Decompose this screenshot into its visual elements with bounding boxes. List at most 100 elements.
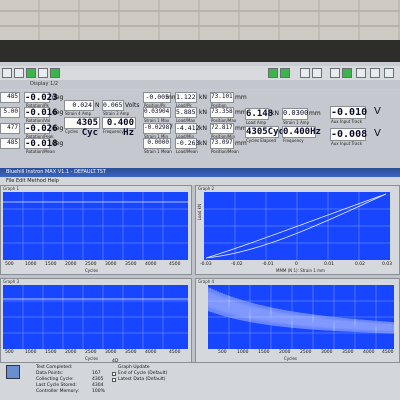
x-tick: 1000 bbox=[25, 350, 37, 355]
readout-name: Cycles bbox=[65, 129, 79, 134]
x-tick: 500 bbox=[5, 350, 14, 355]
rotation-pk-value: -0.023 bbox=[24, 92, 58, 103]
readout-name: Aux Input Track bbox=[331, 119, 363, 124]
toolbar-button[interactable] bbox=[330, 68, 340, 78]
x-tick: 4000 bbox=[145, 350, 157, 355]
x-axis-label: Cycles bbox=[85, 268, 99, 273]
monitor-screen: Display 1/2 485 5.00 477 485 -0.023 deg … bbox=[0, 62, 400, 400]
strain4-amp-value: 0.024 bbox=[64, 100, 94, 111]
collecting-cycle-value: 4305 bbox=[92, 377, 104, 382]
x-tick: 500 bbox=[5, 262, 14, 267]
readout-value: 485 bbox=[0, 138, 20, 149]
unit-label: V bbox=[374, 106, 381, 117]
end-of-cycle-checkbox[interactable] bbox=[112, 372, 116, 376]
test-completed-label: Test Completed: bbox=[36, 365, 73, 370]
unit-label: V bbox=[374, 128, 381, 139]
readout-name: Strain 4 Amp bbox=[65, 111, 92, 116]
unit-label: kN bbox=[199, 125, 207, 132]
x-tick: 0.01 bbox=[324, 262, 335, 267]
toolbar-tool-icon[interactable] bbox=[50, 68, 60, 78]
graph-update-label: Graph Update bbox=[118, 365, 150, 370]
toolbar-button[interactable] bbox=[370, 68, 380, 78]
x-tick: 2500 bbox=[85, 350, 97, 355]
graph-4-decay-trace bbox=[208, 286, 394, 334]
x-tick: 3500 bbox=[342, 350, 354, 355]
window-title: Display 1/2 bbox=[30, 81, 59, 87]
graph-2-panel: Graph 2 Load kN -0.03 -0.02 -0.01 0 0.01… bbox=[195, 185, 400, 275]
unit-label: Volts bbox=[125, 102, 140, 109]
aux-input-2-value: -0.008 bbox=[330, 128, 368, 141]
toolbar-run-icon[interactable] bbox=[26, 68, 36, 78]
menu-bar[interactable]: File Edit Method Help bbox=[0, 177, 400, 185]
graph-1-plot[interactable] bbox=[3, 192, 188, 260]
position-min-value: 72.817 bbox=[210, 123, 234, 134]
x-tick: -0.01 bbox=[262, 262, 274, 267]
toolbar-run-icon[interactable] bbox=[268, 68, 278, 78]
unit-label: mm bbox=[235, 140, 247, 147]
rotation-val-value: -0.016 bbox=[24, 107, 58, 118]
x-axis-label: Cycles bbox=[284, 356, 298, 361]
graph-3-plot[interactable] bbox=[3, 285, 188, 349]
readout-value: 5.00 bbox=[0, 107, 20, 118]
toolbar-button[interactable] bbox=[312, 68, 322, 78]
unit-label: deg bbox=[52, 109, 64, 116]
toolbar-run-icon[interactable] bbox=[280, 68, 290, 78]
latest-data-checkbox[interactable] bbox=[112, 378, 116, 382]
toolbar-button[interactable] bbox=[384, 68, 394, 78]
x-tick: 3500 bbox=[125, 262, 137, 267]
x-tick: 0.02 bbox=[355, 262, 366, 267]
x-tick: 4500 bbox=[169, 262, 181, 267]
readout-value: 485 bbox=[0, 92, 20, 103]
graph-1-panel: Graph 1 500 1000 1500 2000 2500 3000 350… bbox=[0, 185, 192, 275]
x-tick: 0 bbox=[295, 262, 298, 267]
graph-3-grid bbox=[3, 285, 188, 349]
toolbar-tool-icon[interactable] bbox=[342, 68, 352, 78]
toolbar-button[interactable] bbox=[14, 68, 24, 78]
readout-name: Load/Mean bbox=[176, 149, 198, 154]
top-toolbar bbox=[0, 66, 400, 81]
readout-panel: 485 5.00 477 485 -0.023 deg Rotation/Pk … bbox=[0, 90, 400, 168]
app-title-bar: Bluehill Instron MAX V1.1 - DEFAULT.TST bbox=[0, 168, 400, 177]
y-axis-label: Load kN bbox=[197, 204, 202, 221]
controller-memory-value: 100% bbox=[92, 389, 105, 394]
readout-name: Frequency bbox=[283, 138, 304, 143]
x-tick: 2500 bbox=[300, 350, 312, 355]
unit-label: kN bbox=[271, 110, 279, 117]
x-tick: 4000 bbox=[145, 262, 157, 267]
graph-2-plot[interactable] bbox=[204, 192, 390, 260]
readout-name: Strain 1 Mean bbox=[144, 149, 172, 154]
toolbar-button[interactable] bbox=[38, 68, 48, 78]
readout-name: Strain 3 Amp bbox=[103, 111, 130, 116]
graph-title: Graph 3 bbox=[3, 279, 20, 284]
last-cycle-stored-value: 4304 bbox=[92, 383, 104, 388]
toolbar-button[interactable] bbox=[2, 68, 12, 78]
x-axis-label: MMM (N 1): Strain 1 mm bbox=[276, 268, 325, 273]
strain1-min-value: -0.02987 bbox=[143, 123, 173, 134]
x-tick: -0.03 bbox=[200, 262, 212, 267]
x-tick: 2000 bbox=[65, 262, 77, 267]
strain3-amp-value: 0.065 bbox=[102, 100, 124, 111]
graph-3-panel: Graph 3 500 1000 1500 2000 2500 3000 350… bbox=[0, 278, 192, 363]
readout-name: Aux Input Track bbox=[331, 141, 363, 146]
x-tick: 0.03 bbox=[382, 262, 393, 267]
unit-label: kN bbox=[199, 140, 207, 147]
toolbar-button[interactable] bbox=[356, 68, 366, 78]
graph-title: Graph 2 bbox=[198, 186, 215, 191]
graph-4-plot[interactable] bbox=[208, 285, 394, 349]
unit-label: mm bbox=[235, 94, 247, 101]
load-amp-value: 6.148 bbox=[245, 108, 274, 120]
x-tick: 500 bbox=[218, 350, 227, 355]
status-right-value: 4D bbox=[112, 359, 119, 364]
strain1-mean-value: 0.0000 bbox=[143, 138, 171, 149]
strain1-max-value: 0.03904 bbox=[143, 107, 171, 118]
unit-label: deg bbox=[52, 94, 64, 101]
load-pk-value: 1.122 bbox=[175, 92, 197, 103]
readout-name: Load Amp bbox=[246, 120, 267, 125]
toolbar-button[interactable] bbox=[300, 68, 310, 78]
menu-items[interactable]: File Edit Method Help bbox=[6, 178, 59, 184]
x-tick: 1500 bbox=[45, 262, 57, 267]
graph-2-grid bbox=[204, 192, 390, 260]
unit-label: kN bbox=[199, 109, 207, 116]
x-tick: 3500 bbox=[125, 350, 137, 355]
last-cycle-stored-label: Last Cycle Stored: bbox=[36, 383, 77, 388]
